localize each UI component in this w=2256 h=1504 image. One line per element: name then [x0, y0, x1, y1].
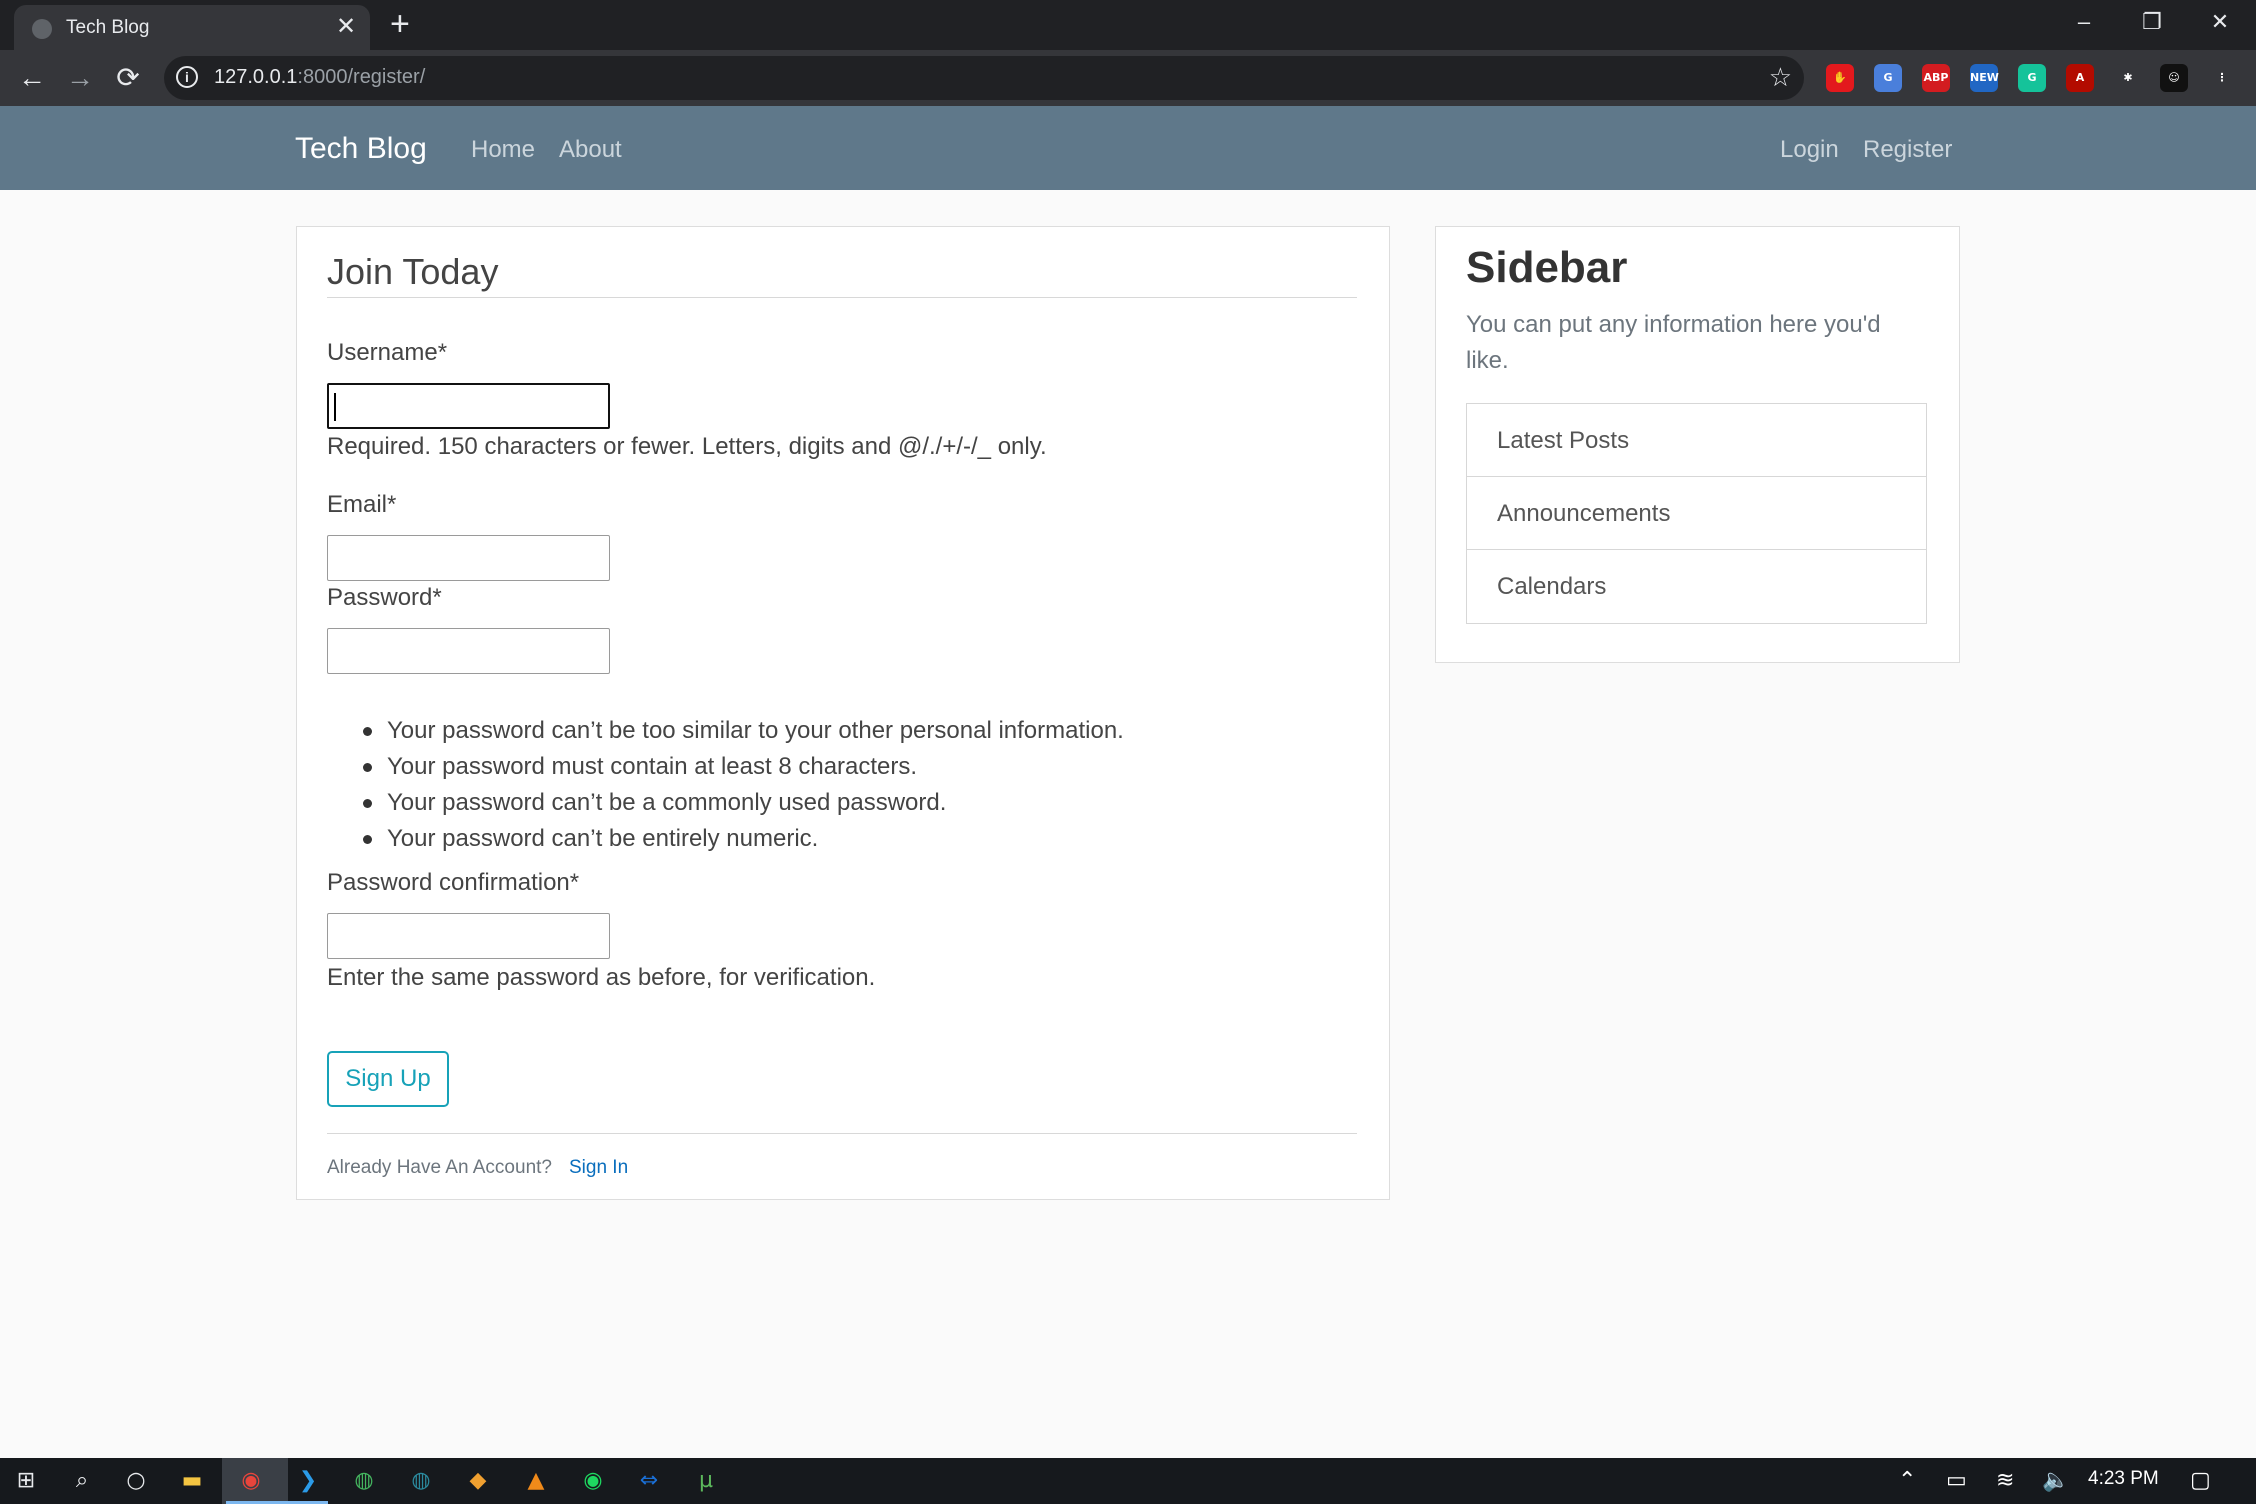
- sidebar-title: Sidebar: [1466, 243, 1628, 292]
- nav-login-link[interactable]: Login: [1780, 136, 1839, 164]
- brand-link[interactable]: Tech Blog: [295, 132, 427, 166]
- password-rule: Your password must contain at least 8 ch…: [327, 749, 1124, 785]
- username-input[interactable]: [327, 383, 610, 429]
- nav-home-link[interactable]: Home: [471, 136, 535, 164]
- vlc-icon[interactable]: ▲: [522, 1467, 550, 1495]
- windows-start-icon[interactable]: ⊞: [12, 1467, 40, 1495]
- restore-window-button[interactable]: ❐: [2132, 4, 2172, 40]
- browser-tab-bar: Tech Blog ✕ + – ❐ ✕: [0, 0, 2256, 50]
- minimize-window-button[interactable]: –: [2064, 4, 2104, 40]
- site-info-icon[interactable]: i: [176, 66, 198, 88]
- battery-icon[interactable]: ▭: [1946, 1467, 1967, 1495]
- hand-stop-extension-icon[interactable]: ✋: [1826, 64, 1854, 92]
- password-confirmation-input[interactable]: [327, 913, 610, 959]
- password-rules-list: Your password can’t be too similar to yo…: [327, 713, 1124, 857]
- menu-kebab-icon[interactable]: ⋮: [2208, 64, 2236, 92]
- legend-divider: [327, 297, 1357, 298]
- new-tab-button[interactable]: +: [390, 6, 410, 42]
- taskbar-clock[interactable]: 4:23 PM: [2088, 1468, 2159, 1490]
- spotify-icon[interactable]: ◉: [579, 1467, 607, 1495]
- password-confirmation-label: Password confirmation*: [327, 869, 580, 896]
- adblock-plus-extension-icon[interactable]: ABP: [1922, 64, 1950, 92]
- new-badge-extension-icon[interactable]: NEW: [1970, 64, 1999, 92]
- username-label: Username*: [327, 339, 448, 366]
- address-url[interactable]: 127.0.0.1:8000/register/: [214, 66, 425, 89]
- utorrent-icon[interactable]: µ: [692, 1467, 720, 1495]
- app-icon[interactable]: ◍: [407, 1467, 435, 1495]
- password-confirmation-help-text: Enter the same password as before, for v…: [327, 964, 876, 991]
- search-icon[interactable]: ⌕: [68, 1467, 96, 1495]
- url-host: 127.0.0.1: [214, 66, 298, 88]
- tray-chevron-icon[interactable]: ⌃: [1898, 1467, 1916, 1495]
- sidebar-item-announcements[interactable]: Announcements: [1467, 477, 1926, 550]
- sign-in-link[interactable]: Sign In: [569, 1157, 628, 1179]
- puzzle-extensions-icon[interactable]: ✱: [2114, 64, 2142, 92]
- tab-close-icon[interactable]: ✕: [336, 13, 356, 41]
- back-button[interactable]: ←: [12, 60, 52, 96]
- username-help-text: Required. 150 characters or fewer. Lette…: [327, 433, 1047, 460]
- email-input[interactable]: [327, 535, 610, 581]
- acrobat-extension-icon[interactable]: A: [2066, 64, 2094, 92]
- nav-register-link[interactable]: Register: [1863, 136, 1952, 164]
- anaconda-icon[interactable]: ◍: [350, 1467, 378, 1495]
- url-path: :8000/register/: [297, 66, 426, 88]
- sidebar-item-latest-posts[interactable]: Latest Posts: [1467, 404, 1926, 477]
- form-legend: Join Today: [327, 251, 499, 292]
- password-rule: Your password can’t be entirely numeric.: [327, 821, 1124, 857]
- sidebar-description: You can put any information here you'd l…: [1466, 311, 1881, 374]
- forward-button[interactable]: →: [60, 60, 100, 96]
- browser-toolbar: ← → ⟳ i 127.0.0.1:8000/register/ ☆ ✋ G ABP…: [0, 50, 2256, 106]
- tab-title: Tech Blog: [66, 17, 150, 38]
- git-icon[interactable]: ◆: [464, 1467, 492, 1495]
- notifications-icon[interactable]: ▢: [2190, 1467, 2211, 1495]
- account-prompt-text: Already Have An Account?: [327, 1157, 552, 1178]
- sign-up-button[interactable]: Sign Up: [327, 1051, 449, 1107]
- windows-taskbar: ⊞ ⌕ ○ ▬ ◉ ❯ ◍ ◍ ◆ ▲ ◉ ⇔ µ ⌃ ▭ ≋ 🔈 4:23 PM ▢: [0, 1458, 2256, 1504]
- sidebar-card: Sidebar You can put any information here…: [1435, 226, 1960, 663]
- password-input[interactable]: [327, 628, 610, 674]
- close-window-button[interactable]: ✕: [2200, 4, 2240, 40]
- sidebar-item-calendars[interactable]: Calendars: [1467, 550, 1926, 623]
- password-rule: Your password can’t be a commonly used p…: [327, 785, 1124, 821]
- reload-button[interactable]: ⟳: [108, 60, 148, 96]
- registration-card: Join Today Username* Required. 150 chara…: [296, 226, 1390, 1200]
- email-label: Email*: [327, 491, 397, 518]
- chrome-icon[interactable]: ◉: [237, 1467, 265, 1495]
- address-bar[interactable]: i 127.0.0.1:8000/register/ ☆: [164, 56, 1804, 100]
- footer-divider: [327, 1133, 1357, 1134]
- wifi-icon[interactable]: ≋: [1996, 1467, 2014, 1495]
- cortana-icon[interactable]: ○: [122, 1467, 150, 1495]
- sidebar-list: Latest Posts Announcements Calendars: [1466, 403, 1927, 624]
- file-explorer-icon[interactable]: ▬: [178, 1467, 206, 1495]
- browser-tab[interactable]: Tech Blog ✕: [14, 5, 370, 50]
- google-translate-extension-icon[interactable]: G: [1874, 64, 1902, 92]
- bookmark-star-icon[interactable]: ☆: [1769, 61, 1792, 93]
- password-rule: Your password can’t be too similar to yo…: [327, 713, 1124, 749]
- profile-avatar-icon[interactable]: ☺: [2160, 64, 2188, 92]
- nav-about-link[interactable]: About: [559, 136, 622, 164]
- globe-favicon-icon: [32, 19, 52, 39]
- teamviewer-icon[interactable]: ⇔: [635, 1467, 663, 1495]
- vscode-icon[interactable]: ❯: [294, 1467, 322, 1495]
- password-label: Password*: [327, 584, 442, 611]
- grammarly-extension-icon[interactable]: G: [2018, 64, 2046, 92]
- volume-icon[interactable]: 🔈: [2042, 1467, 2069, 1495]
- text-caret: [334, 393, 336, 421]
- site-navbar: Tech Blog Home About Login Register: [0, 106, 2256, 190]
